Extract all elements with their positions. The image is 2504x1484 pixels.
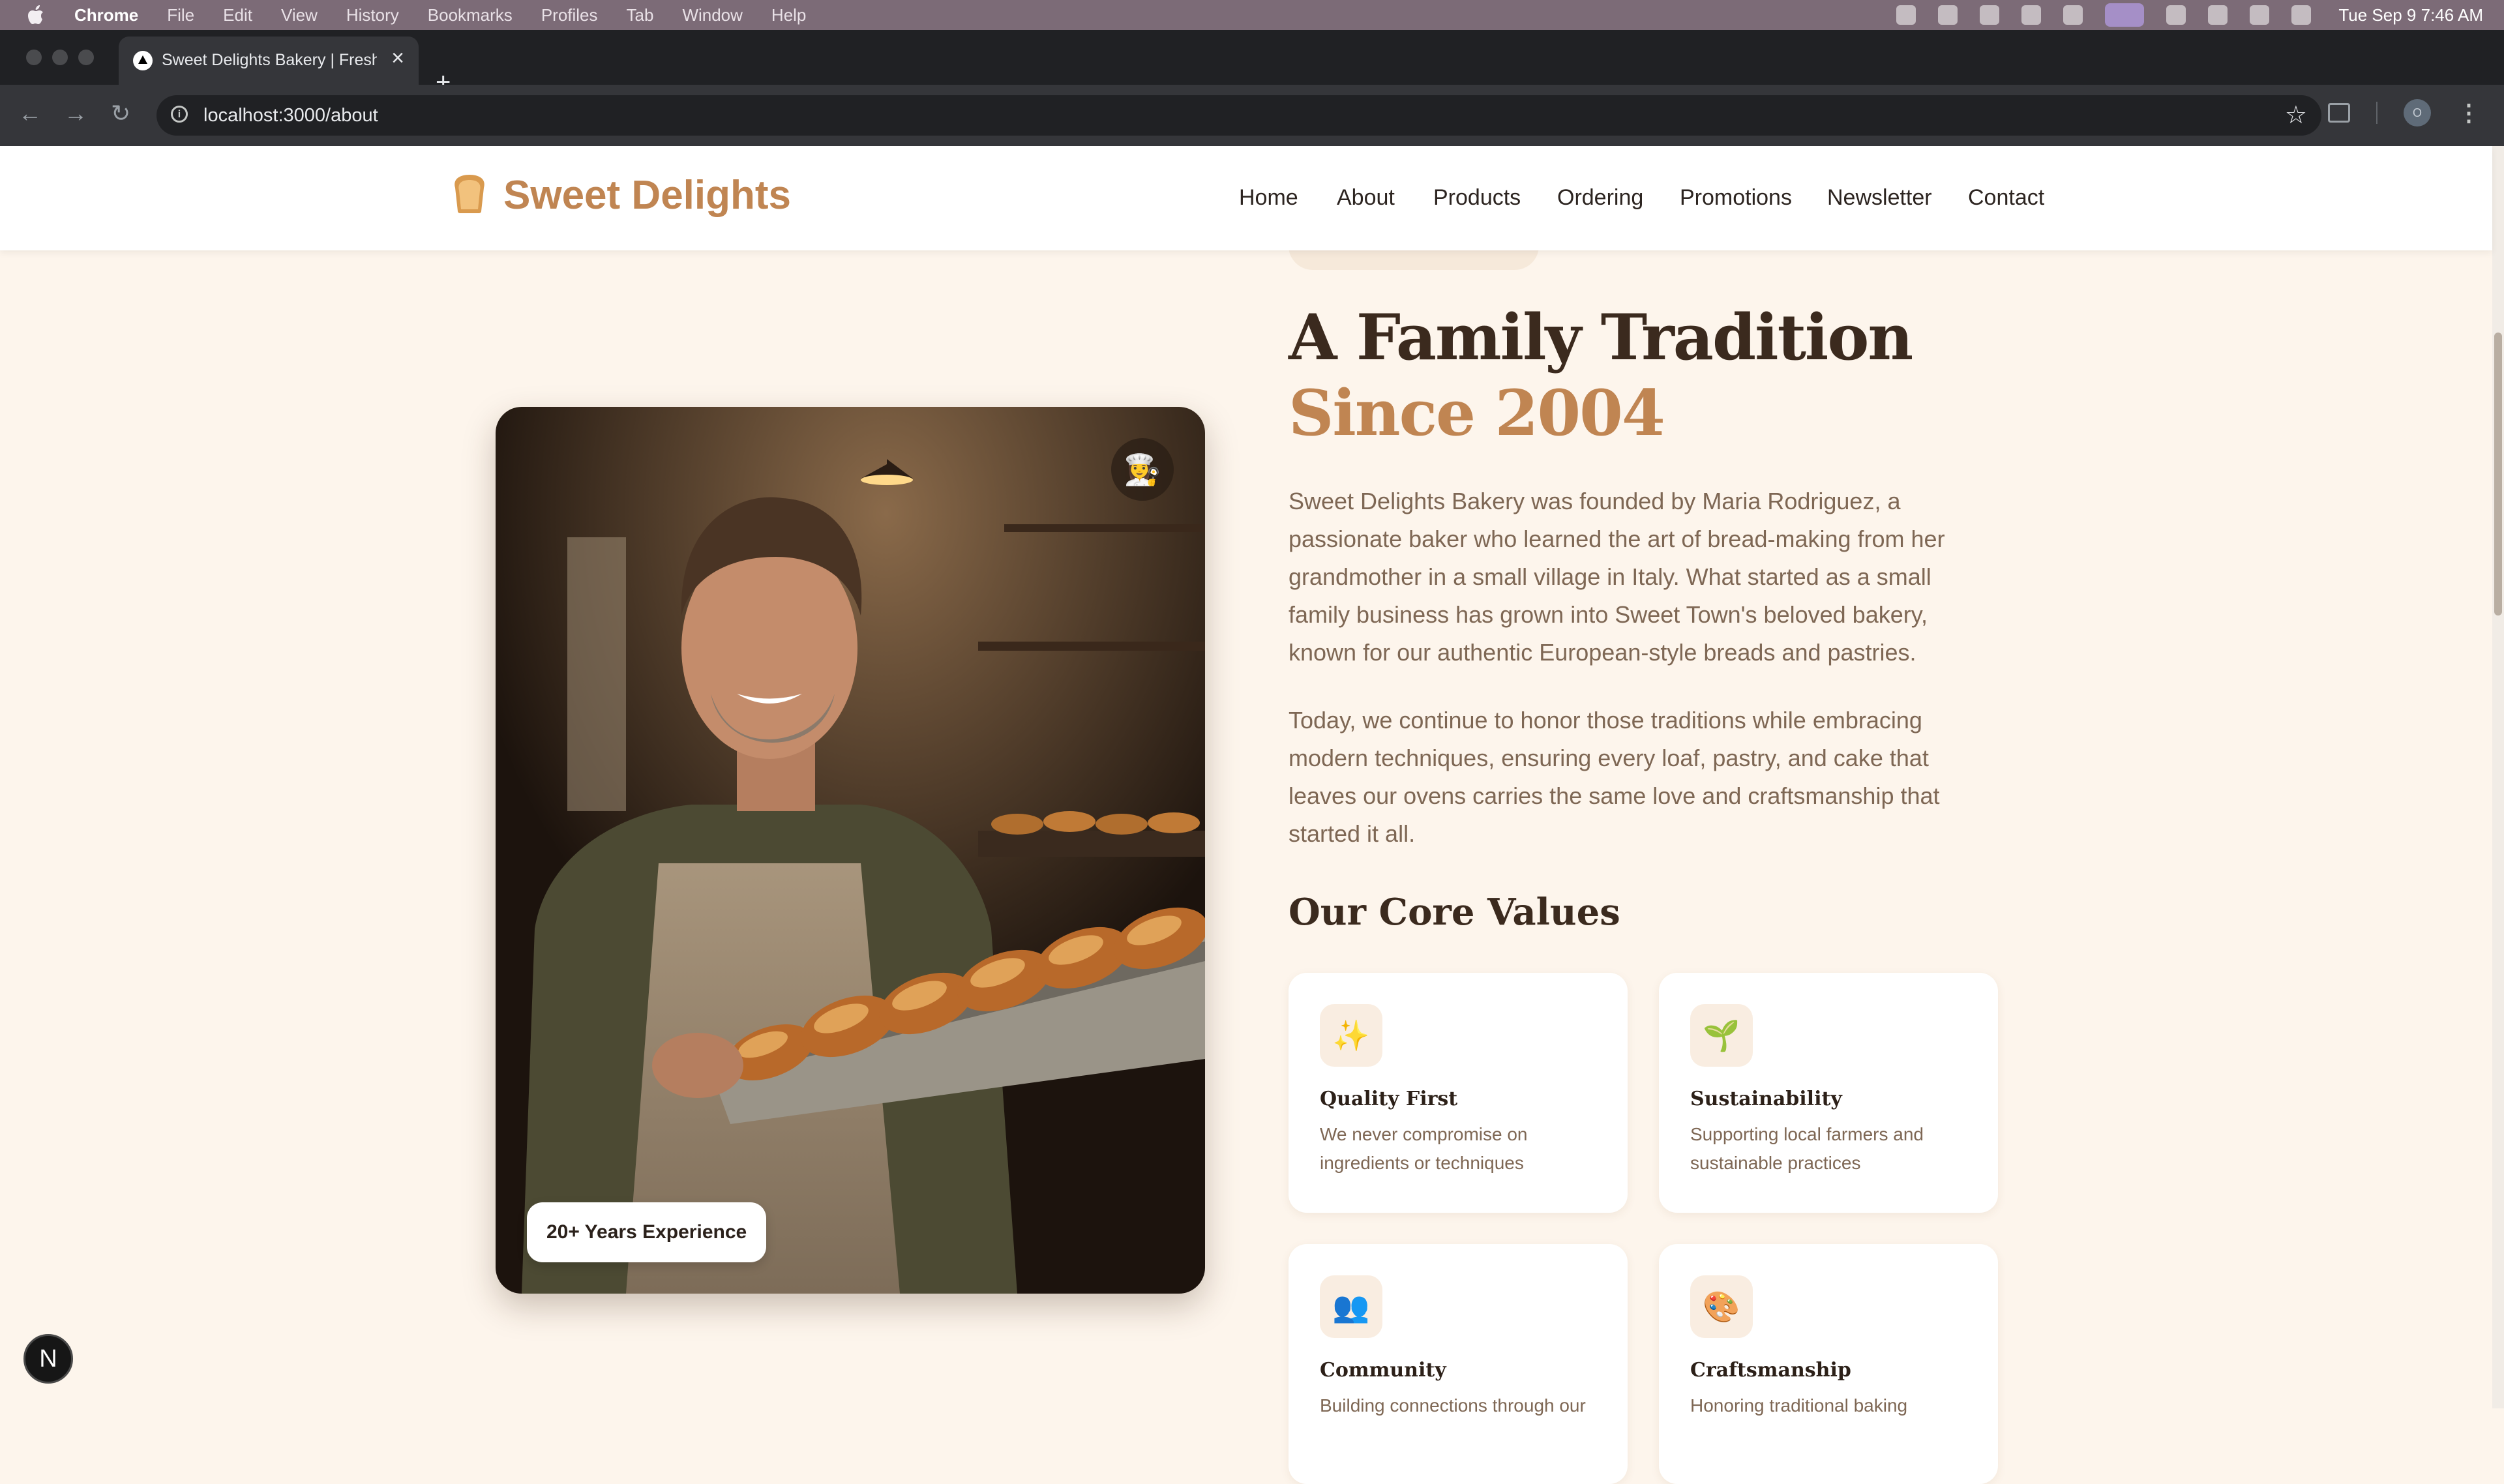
menu-history[interactable]: History — [346, 5, 399, 25]
wifi-icon[interactable] — [2166, 5, 2186, 25]
forward-arrow-icon[interactable]: → — [64, 102, 87, 125]
status-app-icon[interactable] — [1938, 5, 1958, 25]
window-minimize-button[interactable] — [52, 50, 68, 65]
search-icon[interactable] — [2208, 5, 2228, 25]
about-paragraph-1: Sweet Delights Bakery was founded by Mar… — [1289, 488, 1945, 666]
nav-link-newsletter[interactable]: Newsletter — [1827, 185, 1932, 211]
control-center-icon[interactable] — [2250, 5, 2270, 25]
nextjs-dev-indicator-button[interactable]: N — [23, 1334, 73, 1384]
palette-icon: 🎨 — [1690, 1275, 1753, 1338]
value-description: Honoring traditional baking — [1690, 1395, 1908, 1416]
menu-tab[interactable]: Tab — [627, 5, 654, 25]
status-app-icon[interactable] — [1896, 5, 1916, 25]
nav-link-about[interactable]: About — [1337, 185, 1395, 211]
browser-toolbar: ← → ↻ i localhost:3000/about ☆ O ⋮ — [0, 85, 2504, 147]
about-heading: A Family Tradition Since 2004 — [1289, 300, 1913, 451]
menu-file[interactable]: File — [167, 5, 194, 25]
menu-bookmarks[interactable]: Bookmarks — [428, 5, 513, 25]
value-card-quality: ✨ Quality First We never compromise on i… — [1289, 973, 1628, 1213]
tab-close-icon[interactable]: × — [391, 46, 404, 71]
value-card-sustainability: 🌱 Sustainability Supporting local farmer… — [1659, 973, 1998, 1213]
value-description: We never compromise on ingredients or te… — [1320, 1124, 1528, 1173]
browser-tab-active[interactable]: Sweet Delights Bakery | Fresh × — [119, 37, 419, 85]
experience-badge: 20+ Years Experience — [527, 1202, 767, 1262]
chrome-menu-icon[interactable]: ⋮ — [2457, 99, 2481, 126]
menu-edit[interactable]: Edit — [223, 5, 252, 25]
bookmark-star-icon[interactable]: ☆ — [2285, 100, 2307, 130]
menu-view[interactable]: View — [281, 5, 318, 25]
site-header: Sweet Delights Home About Products Order… — [0, 146, 2492, 250]
apple-icon[interactable] — [27, 5, 44, 25]
screen-mirroring-icon[interactable] — [2105, 3, 2145, 27]
menu-help[interactable]: Help — [771, 5, 806, 25]
menu-app-name[interactable]: Chrome — [74, 5, 138, 25]
nav-link-products[interactable]: Products — [1433, 185, 1521, 211]
chef-badge-icon: 👩‍🍳 — [1111, 438, 1174, 501]
core-values-title: Our Core Values — [1289, 891, 1620, 934]
status-app-icon[interactable] — [1980, 5, 2000, 25]
site-info-icon[interactable]: i — [171, 106, 188, 123]
nav-link-ordering[interactable]: Ordering — [1557, 185, 1643, 211]
tab-search-icon[interactable] — [2328, 103, 2350, 123]
menu-profiles[interactable]: Profiles — [541, 5, 598, 25]
value-title: Quality First — [1320, 1088, 1458, 1110]
menu-clock[interactable]: Tue Sep 9 7:46 AM — [2338, 5, 2483, 25]
seedling-icon: 🌱 — [1690, 1004, 1753, 1067]
siri-icon[interactable] — [2291, 5, 2312, 25]
nav-link-contact[interactable]: Contact — [1968, 185, 2044, 211]
bread-logo-icon[interactable] — [451, 173, 488, 214]
toolbar-divider — [2376, 102, 2377, 124]
address-bar[interactable]: i localhost:3000/about ☆ — [156, 95, 2321, 136]
baker-photo — [496, 407, 1205, 1294]
about-paragraph-2: Today, we continue to honor those tradit… — [1289, 707, 1940, 847]
status-app-icon[interactable] — [2021, 5, 2042, 25]
nav-link-promotions[interactable]: Promotions — [1680, 185, 1792, 211]
value-description: Supporting local farmers and sustainable… — [1690, 1124, 1924, 1173]
value-description: Building connections through our — [1320, 1395, 1586, 1416]
macos-menu-bar: Chrome File Edit View History Bookmarks … — [0, 0, 2504, 30]
window-close-button[interactable] — [26, 50, 42, 65]
status-app-icon[interactable] — [2063, 5, 2083, 25]
value-title: Community — [1320, 1359, 1446, 1382]
address-url[interactable]: localhost:3000/about — [203, 105, 378, 126]
value-card-craftsmanship: 🎨 Craftsmanship Honoring traditional bak… — [1659, 1244, 1998, 1484]
heading-line-1: A Family Tradition — [1289, 301, 1913, 374]
value-card-community: 👥 Community Building connections through… — [1289, 1244, 1628, 1484]
scrollbar-thumb[interactable] — [2494, 333, 2502, 616]
value-title: Craftsmanship — [1690, 1359, 1851, 1382]
status-area: Tue Sep 9 7:46 AM — [1896, 0, 2483, 30]
reload-icon[interactable]: ↻ — [111, 102, 130, 125]
tab-title: Sweet Delights Bakery | Fresh — [162, 51, 377, 69]
value-title: Sustainability — [1690, 1088, 1842, 1110]
nav-link-home[interactable]: Home — [1239, 185, 1298, 211]
people-icon: 👥 — [1320, 1275, 1382, 1338]
brand-name[interactable]: Sweet Delights — [503, 172, 791, 218]
browser-tab-strip: Sweet Delights Bakery | Fresh × + — [0, 30, 2504, 95]
back-arrow-icon[interactable]: ← — [18, 102, 42, 125]
heading-line-2: Since 2004 — [1289, 376, 1665, 450]
toolbar-right-group: O ⋮ — [2328, 99, 2481, 126]
sparkles-icon: ✨ — [1320, 1004, 1382, 1067]
tab-favicon-icon — [133, 51, 153, 70]
window-zoom-button[interactable] — [78, 50, 94, 65]
menu-window[interactable]: Window — [682, 5, 742, 25]
profile-avatar[interactable]: O — [2404, 99, 2431, 126]
baker-illustration — [496, 407, 1205, 1294]
